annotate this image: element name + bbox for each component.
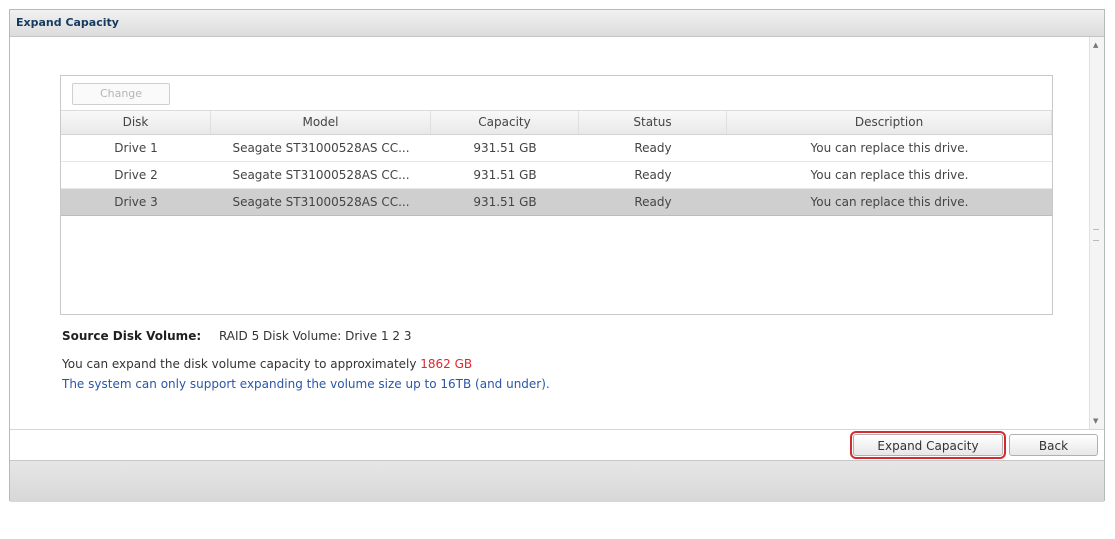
scroll-down-arrow-icon[interactable]: ▼ <box>1093 417 1098 425</box>
size-limit-message: The system can only support expanding th… <box>62 377 550 391</box>
expand-capacity-button[interactable]: Expand Capacity <box>850 431 1006 459</box>
cell-model: Seagate ST31000528AS CC... <box>232 168 410 182</box>
table-row[interactable]: Drive 2 Seagate ST31000528AS CC... 931.5… <box>61 162 1052 189</box>
cell-capacity: 931.51 GB <box>473 168 537 182</box>
grid-toolbar: Change <box>61 76 1052 108</box>
cell-disk: Drive 3 <box>114 195 158 209</box>
cell-status: Ready <box>634 168 672 182</box>
cell-model: Seagate ST31000528AS CC... <box>232 141 410 155</box>
cell-description: You can replace this drive. <box>810 195 969 209</box>
source-disk-volume-label: Source Disk Volume: <box>62 329 202 343</box>
disk-grid-panel: Change Disk Model Capacity Status Descri… <box>60 75 1053 315</box>
cell-model: Seagate ST31000528AS CC... <box>232 195 410 209</box>
cell-disk: Drive 2 <box>114 168 158 182</box>
table-header: Disk Model Capacity Status Description <box>61 110 1052 135</box>
cell-capacity: 931.51 GB <box>473 195 537 209</box>
expand-capacity-window: Expand Capacity Change Disk Model Capaci… <box>9 9 1105 502</box>
column-header-model[interactable]: Model <box>211 111 431 134</box>
cell-status: Ready <box>634 195 672 209</box>
cell-description: You can replace this drive. <box>810 141 969 155</box>
expand-capacity-message: You can expand the disk volume capacity … <box>62 357 472 371</box>
vertical-scrollbar[interactable]: ▲ ▼ <box>1089 37 1104 429</box>
bottom-panel <box>10 460 1104 502</box>
column-header-disk[interactable]: Disk <box>61 111 211 134</box>
dialog-footer: Expand Capacity Back <box>10 429 1104 460</box>
expand-capacity-value: 1862 GB <box>420 357 473 371</box>
column-header-capacity[interactable]: Capacity <box>431 111 579 134</box>
column-header-description[interactable]: Description <box>727 111 1052 134</box>
back-button[interactable]: Back <box>1009 434 1098 456</box>
source-disk-volume-line: Source Disk Volume: RAID 5 Disk Volume: … <box>62 329 411 343</box>
title-bar: Expand Capacity <box>10 10 1104 37</box>
column-header-status[interactable]: Status <box>579 111 727 134</box>
table-row[interactable]: Drive 1 Seagate ST31000528AS CC... 931.5… <box>61 135 1052 162</box>
scroll-up-arrow-icon[interactable]: ▲ <box>1093 41 1098 49</box>
scroll-grip-icon <box>1093 229 1099 241</box>
source-disk-volume-value: RAID 5 Disk Volume: Drive 1 2 3 <box>218 329 412 343</box>
cell-status: Ready <box>634 141 672 155</box>
expand-capacity-text: You can expand the disk volume capacity … <box>62 357 421 371</box>
cell-description: You can replace this drive. <box>810 168 969 182</box>
change-button[interactable]: Change <box>72 83 170 105</box>
cell-capacity: 931.51 GB <box>473 141 537 155</box>
cell-disk: Drive 1 <box>114 141 158 155</box>
window-title: Expand Capacity <box>16 16 119 29</box>
content-area: Change Disk Model Capacity Status Descri… <box>10 37 1090 429</box>
table-row-selected[interactable]: Drive 3 Seagate ST31000528AS CC... 931.5… <box>61 189 1052 216</box>
